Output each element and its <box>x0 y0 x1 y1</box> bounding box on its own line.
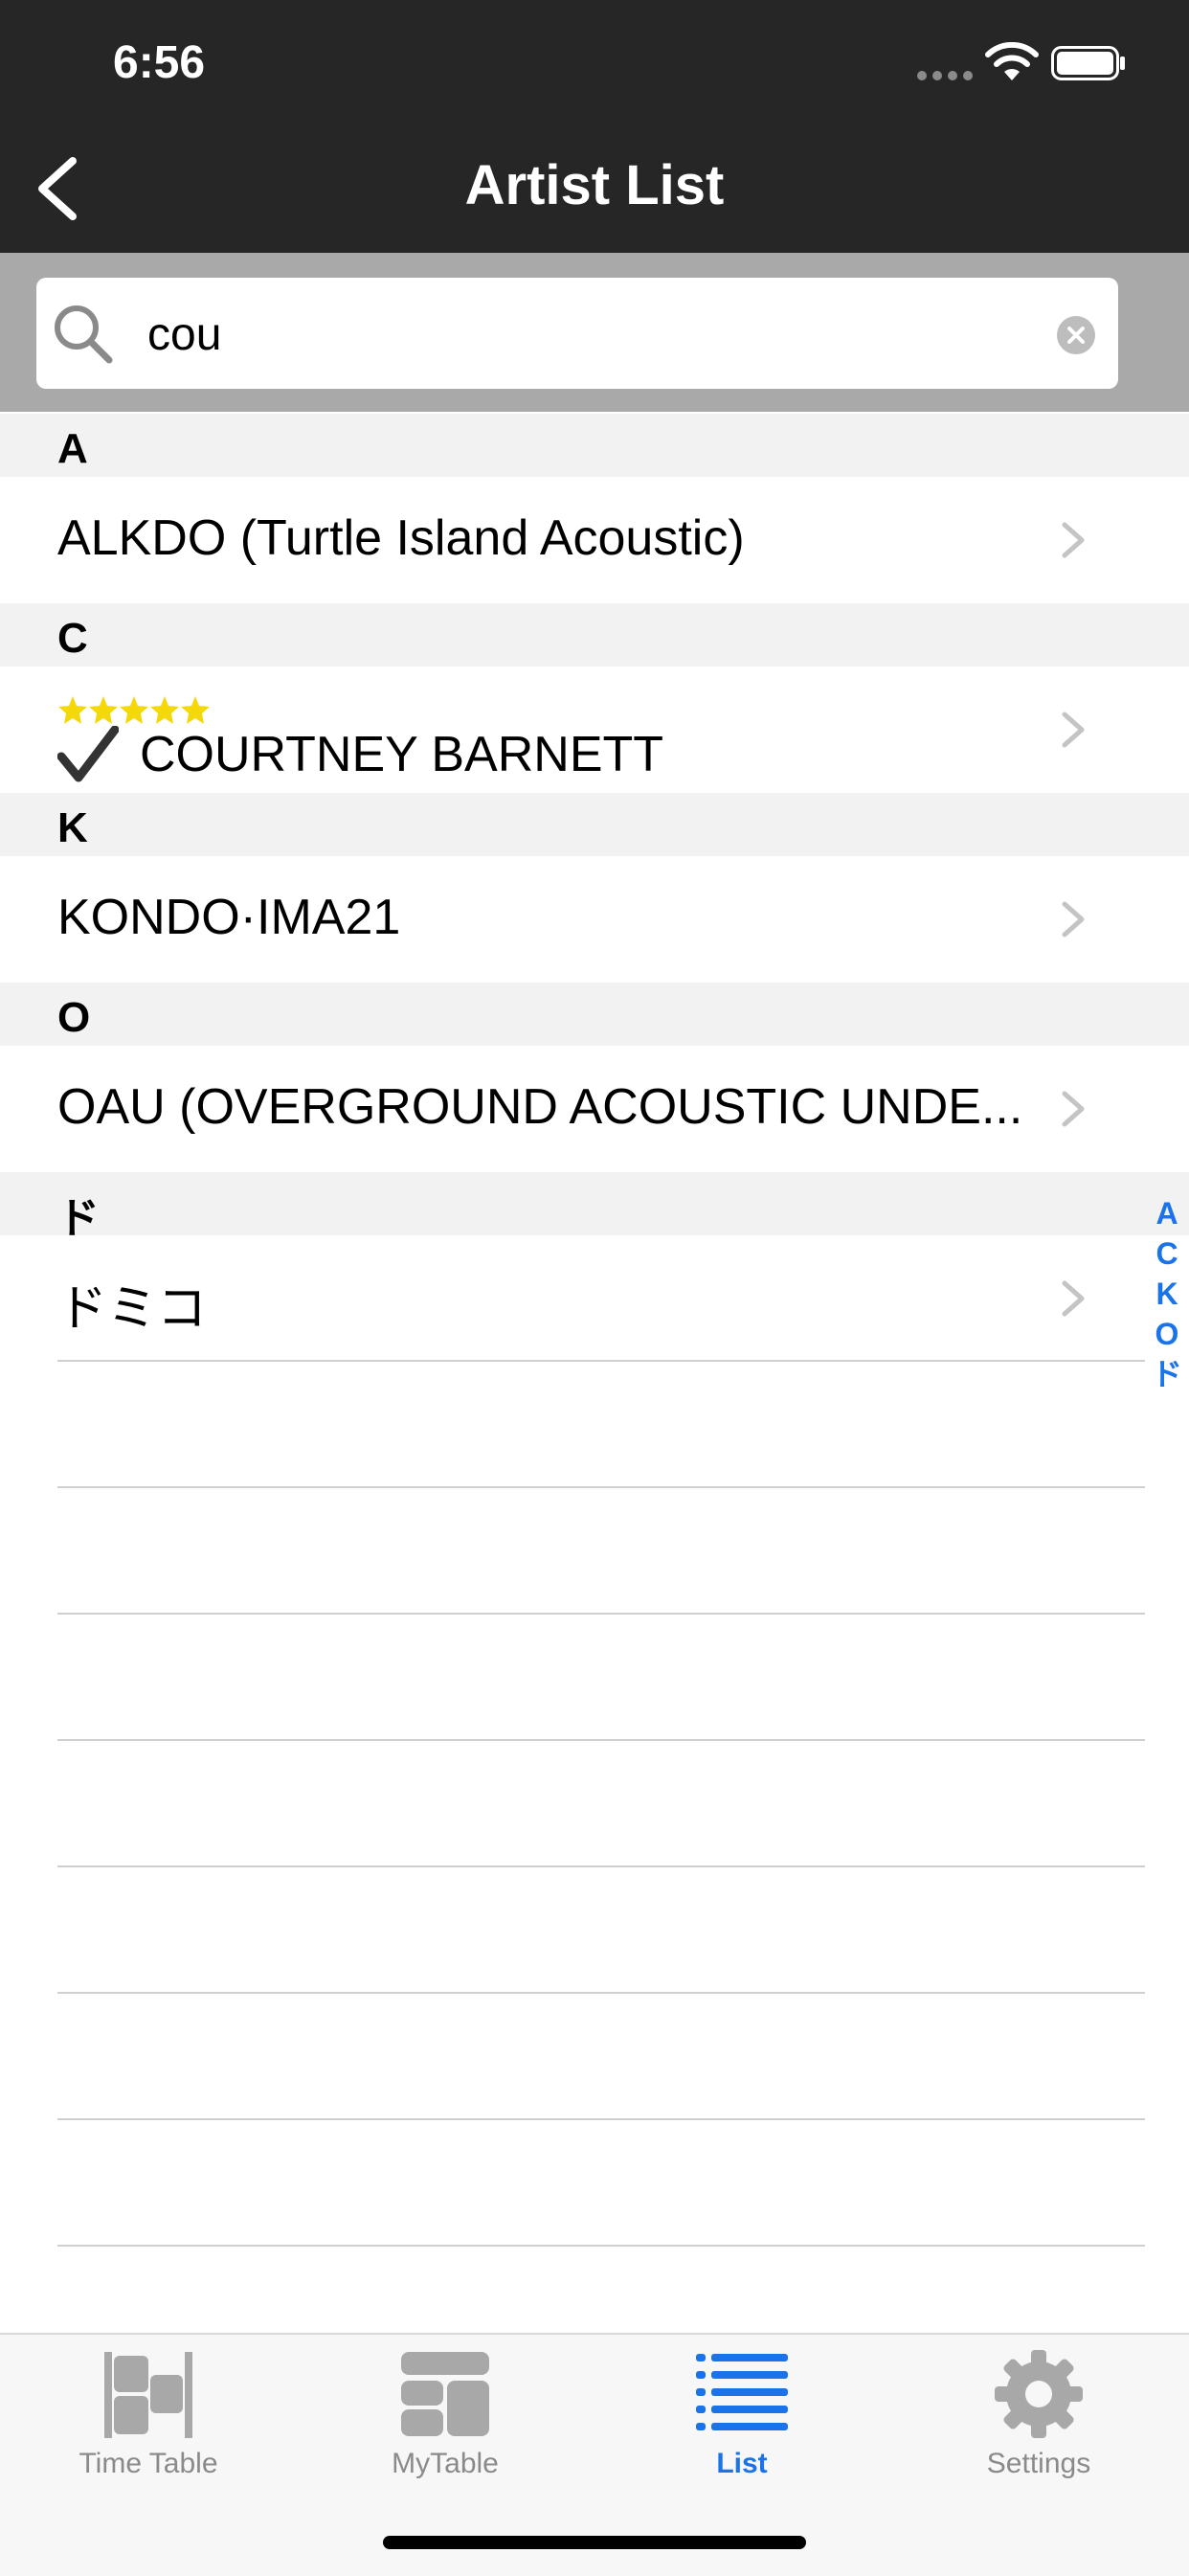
section-header-do: ド <box>0 1172 1189 1242</box>
row-separator <box>57 1360 1145 1362</box>
search-icon <box>55 305 113 364</box>
row-separator <box>57 1739 1145 1741</box>
section-letter: K <box>57 804 88 851</box>
tab-settings[interactable]: Settings <box>890 2346 1187 2499</box>
page-title: Artist List <box>464 154 725 216</box>
tab-label: List <box>716 2448 768 2479</box>
search-bar <box>0 253 1189 412</box>
mytable-icon <box>401 2352 489 2436</box>
artist-name: OAU (OVERGROUND ACOUSTIC UNDE... <box>57 1079 1023 1135</box>
artist-row[interactable]: ドミコ <box>0 1235 1189 1362</box>
row-separator <box>57 2118 1145 2120</box>
wifi-icon <box>985 42 1039 80</box>
artist-row[interactable]: COURTNEY BARNETT <box>0 667 1189 793</box>
home-indicator <box>383 2536 806 2549</box>
search-box[interactable] <box>36 278 1118 389</box>
artist-row[interactable]: ALKDO (Turtle Island Acoustic) <box>0 477 1189 603</box>
row-separator <box>57 1865 1145 1867</box>
section-header-k: K <box>0 793 1189 856</box>
tab-list[interactable]: List <box>594 2346 890 2499</box>
status-time: 6:56 <box>113 37 206 88</box>
artist-name: KONDO·IMA21 <box>57 890 401 945</box>
gear-icon <box>995 2350 1083 2438</box>
section-letter: C <box>57 615 88 662</box>
section-letter: A <box>57 425 88 472</box>
chevron-right-icon <box>1062 1280 1085 1317</box>
index-letter[interactable]: ド <box>1152 1354 1182 1394</box>
clear-icon[interactable] <box>1057 316 1095 354</box>
artist-name: ドミコ <box>57 1281 208 1337</box>
section-letter: O <box>57 994 91 1041</box>
checkmark-icon <box>57 726 119 782</box>
search-input[interactable] <box>146 295 992 373</box>
section-header-a: A <box>0 414 1189 477</box>
chevron-right-icon <box>1062 901 1085 938</box>
list-icon <box>696 2354 788 2430</box>
tab-label: Settings <box>986 2448 1091 2479</box>
index-letter[interactable]: A <box>1155 1193 1178 1233</box>
tab-bar: Time Table MyTable List Settings <box>0 2333 1189 2576</box>
tab-label: MyTable <box>392 2448 499 2479</box>
row-separator <box>57 1486 1145 1488</box>
section-index[interactable]: A C K O ド <box>1145 1193 1189 1394</box>
chevron-right-icon <box>1062 1091 1085 1127</box>
chevron-right-icon <box>1062 712 1085 748</box>
index-letter[interactable]: O <box>1155 1314 1179 1354</box>
timetable-icon <box>104 2352 192 2438</box>
row-separator <box>57 1613 1145 1615</box>
navigation-bar: 6:56 Artist List <box>0 0 1189 253</box>
signal-icon <box>917 71 975 80</box>
battery-icon <box>1051 46 1125 80</box>
artist-row[interactable]: OAU (OVERGROUND ACOUSTIC UNDE... <box>0 1046 1189 1172</box>
artist-name: COURTNEY BARNETT <box>140 727 664 782</box>
row-separator <box>57 1992 1145 1994</box>
chevron-right-icon <box>1062 522 1085 558</box>
section-header-c: C <box>0 603 1189 667</box>
tab-my-table[interactable]: MyTable <box>297 2346 594 2499</box>
artist-name: ALKDO (Turtle Island Acoustic) <box>57 510 745 566</box>
tab-time-table[interactable]: Time Table <box>0 2346 297 2499</box>
index-letter[interactable]: K <box>1155 1274 1178 1314</box>
row-separator <box>57 2245 1145 2247</box>
artist-row[interactable]: KONDO·IMA21 <box>0 856 1189 983</box>
section-header-o: O <box>0 983 1189 1046</box>
tab-label: Time Table <box>79 2448 218 2479</box>
five-star-rating-icon <box>58 696 210 724</box>
index-letter[interactable]: C <box>1155 1233 1178 1274</box>
